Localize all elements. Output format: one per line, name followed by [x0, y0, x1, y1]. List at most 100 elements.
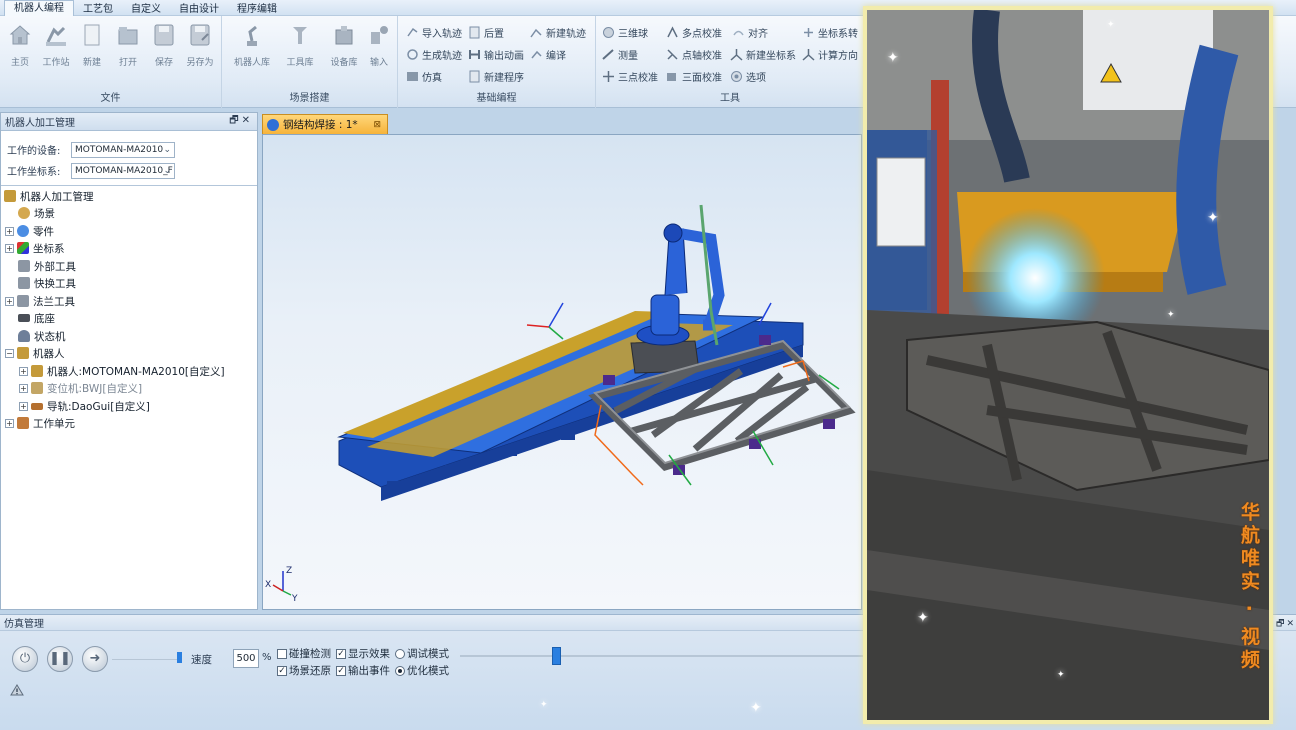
- power-button[interactable]: ⏻: [12, 646, 38, 672]
- simulate-button[interactable]: 仿真: [406, 69, 442, 84]
- new-trajectory-icon: [530, 28, 542, 38]
- warning-icon[interactable]: [10, 684, 24, 696]
- measure-icon: [602, 49, 614, 60]
- show-effects-checkbox[interactable]: ✓ 显示效果: [336, 646, 390, 661]
- device-library-button[interactable]: 设备库: [324, 22, 364, 68]
- tree-node-guide-rail[interactable]: + 导轨:DaoGui[自定义]: [19, 398, 150, 414]
- home-icon: [9, 25, 31, 45]
- save-as-button[interactable]: 另存为: [182, 22, 218, 68]
- new-button[interactable]: 新建: [74, 22, 110, 68]
- input-button[interactable]: 输入: [364, 22, 394, 68]
- coordinate-transform-button[interactable]: 坐标系转: [802, 25, 858, 40]
- expand-icon[interactable]: +: [19, 366, 28, 376]
- robot-processing-panel: 机器人加工管理 🗗✕ 工作的设备: MOTOMAN-MA2010 ⌄ 工作坐标系:…: [0, 112, 258, 610]
- generate-trajectory-button[interactable]: 生成轨迹: [406, 47, 462, 62]
- panel-title: 机器人加工管理: [5, 118, 75, 129]
- timeline-track[interactable]: [460, 655, 864, 657]
- expand-icon[interactable]: +: [5, 296, 14, 306]
- expand-icon[interactable]: +: [5, 418, 14, 428]
- compile-button[interactable]: 编译: [530, 47, 566, 62]
- panel-pin-close-icon[interactable]: 🗗✕: [229, 113, 253, 130]
- compute-direction-button[interactable]: 计算方向: [802, 47, 858, 62]
- menu-process-pack[interactable]: 工艺包: [74, 0, 122, 15]
- document-tab[interactable]: 钢结构焊接 : 1* ⊠: [262, 114, 388, 134]
- arrow-right-icon: ➜: [89, 651, 101, 666]
- debug-mode-radio[interactable]: 调试模式: [395, 646, 449, 661]
- menu-program-edit[interactable]: 程序编辑: [228, 0, 286, 15]
- expand-icon[interactable]: +: [5, 243, 14, 253]
- tree-node-quick-change-tool[interactable]: 快换工具: [18, 275, 76, 291]
- collision-detection-checkbox[interactable]: 碰撞检测: [277, 646, 331, 661]
- positioner-icon: [31, 382, 43, 394]
- expand-icon[interactable]: +: [19, 401, 28, 411]
- three-point-calibration-button[interactable]: 三点校准: [602, 69, 658, 84]
- tree-node-state-machine[interactable]: 状态机: [18, 328, 66, 344]
- sparkle-icon: ✦: [96, 530, 104, 540]
- save-as-icon: [190, 24, 210, 46]
- options-button[interactable]: 选项: [730, 69, 766, 84]
- robot-arm-icon: [247, 25, 257, 46]
- tree-node-external-tool[interactable]: 外部工具: [18, 258, 76, 274]
- gear-icon: [17, 225, 29, 237]
- tree-node-scene[interactable]: 场景: [18, 205, 55, 221]
- forward-button[interactable]: ➜: [82, 646, 108, 672]
- tree-node-parts[interactable]: + 零件: [5, 223, 54, 239]
- speed-input[interactable]: 500: [233, 649, 259, 668]
- chevron-down-icon: ⌄: [163, 144, 171, 155]
- tree-node-base[interactable]: 底座: [18, 310, 55, 326]
- optimize-mode-radio[interactable]: 优化模式: [395, 663, 449, 678]
- import-trajectory-button[interactable]: 导入轨迹: [406, 25, 462, 40]
- axis-y-label: Y: [291, 594, 298, 604]
- sparkle-icon: ✦: [1107, 20, 1115, 30]
- tree-node-robot-motoman[interactable]: + 机器人:MOTOMAN-MA2010[自定义]: [19, 363, 225, 379]
- 3d-ball-button[interactable]: 三维球: [602, 25, 648, 40]
- close-tab-icon[interactable]: ⊠: [373, 120, 381, 130]
- output-events-checkbox[interactable]: ✓ 输出事件: [336, 663, 390, 678]
- tree-node-coordinate[interactable]: + 坐标系: [5, 240, 65, 256]
- tool-icon: [18, 260, 30, 272]
- scene-canvas: Z X Y: [265, 204, 856, 604]
- new-file-icon: [84, 24, 100, 46]
- 3d-viewport[interactable]: Z X Y: [262, 134, 862, 610]
- sparkle-icon: ✦: [540, 700, 548, 710]
- new-coordinate-system-button[interactable]: 新建坐标系: [730, 47, 796, 62]
- robot-library-button[interactable]: 机器人库: [230, 22, 274, 68]
- three-point-icon: [603, 71, 614, 82]
- tree-node-root[interactable]: 机器人加工管理: [4, 188, 94, 204]
- measure-button[interactable]: 测量: [602, 47, 638, 62]
- tree-node-positioner[interactable]: + 变位机:BWJ[自定义]: [19, 380, 142, 396]
- import-icon: [407, 27, 418, 37]
- home-button[interactable]: 主页: [2, 22, 38, 68]
- ribbon-group-scene: 机器人库 工具库 设备库 输入 场景搭建: [222, 16, 398, 108]
- export-animation-button[interactable]: 输出动画: [468, 47, 524, 62]
- coord-select[interactable]: MOTOMAN-MA2010_F ⌄: [71, 162, 175, 179]
- speed-slider-thumb[interactable]: [177, 652, 182, 663]
- menu-robot-programming[interactable]: 机器人编程: [4, 0, 74, 16]
- expand-icon[interactable]: +: [5, 226, 14, 236]
- panel-dock-close-icon[interactable]: 🗗✕: [1276, 616, 1296, 632]
- three-plane-calibration-button[interactable]: 三面校准: [666, 69, 722, 84]
- menu-custom[interactable]: 自定义: [122, 0, 170, 15]
- workstation-button[interactable]: 工作站: [38, 22, 74, 68]
- align-button[interactable]: 对齐: [732, 25, 768, 40]
- pause-button[interactable]: ❚❚: [47, 646, 73, 672]
- group-label-scene: 场景搭建: [289, 93, 330, 104]
- tree-node-flange-tool[interactable]: + 法兰工具: [5, 293, 75, 309]
- timeline-thumb[interactable]: [552, 647, 562, 665]
- tree-node-robot[interactable]: − 机器人: [5, 345, 65, 361]
- expand-icon[interactable]: +: [19, 383, 28, 393]
- device-select[interactable]: MOTOMAN-MA2010 ⌄: [71, 141, 175, 158]
- menu-free-design[interactable]: 自由设计: [170, 0, 228, 15]
- checkbox-box-checked: ✓: [336, 648, 346, 659]
- multi-point-calibration-button[interactable]: 多点校准: [666, 25, 722, 40]
- scene-restore-checkbox[interactable]: ✓ 场景还原: [277, 663, 331, 678]
- tool-library-button[interactable]: 工具库: [280, 22, 320, 68]
- save-button[interactable]: 保存: [146, 22, 182, 68]
- open-button[interactable]: 打开: [110, 22, 146, 68]
- post-process-button[interactable]: 后置: [468, 25, 504, 40]
- new-trajectory-button[interactable]: 新建轨迹: [530, 25, 586, 40]
- tree-node-work-cell[interactable]: + 工作单元: [5, 415, 75, 431]
- new-program-button[interactable]: 新建程序: [468, 69, 524, 84]
- point-axis-calibration-button[interactable]: 点轴校准: [666, 47, 722, 62]
- collapse-icon[interactable]: −: [5, 348, 14, 358]
